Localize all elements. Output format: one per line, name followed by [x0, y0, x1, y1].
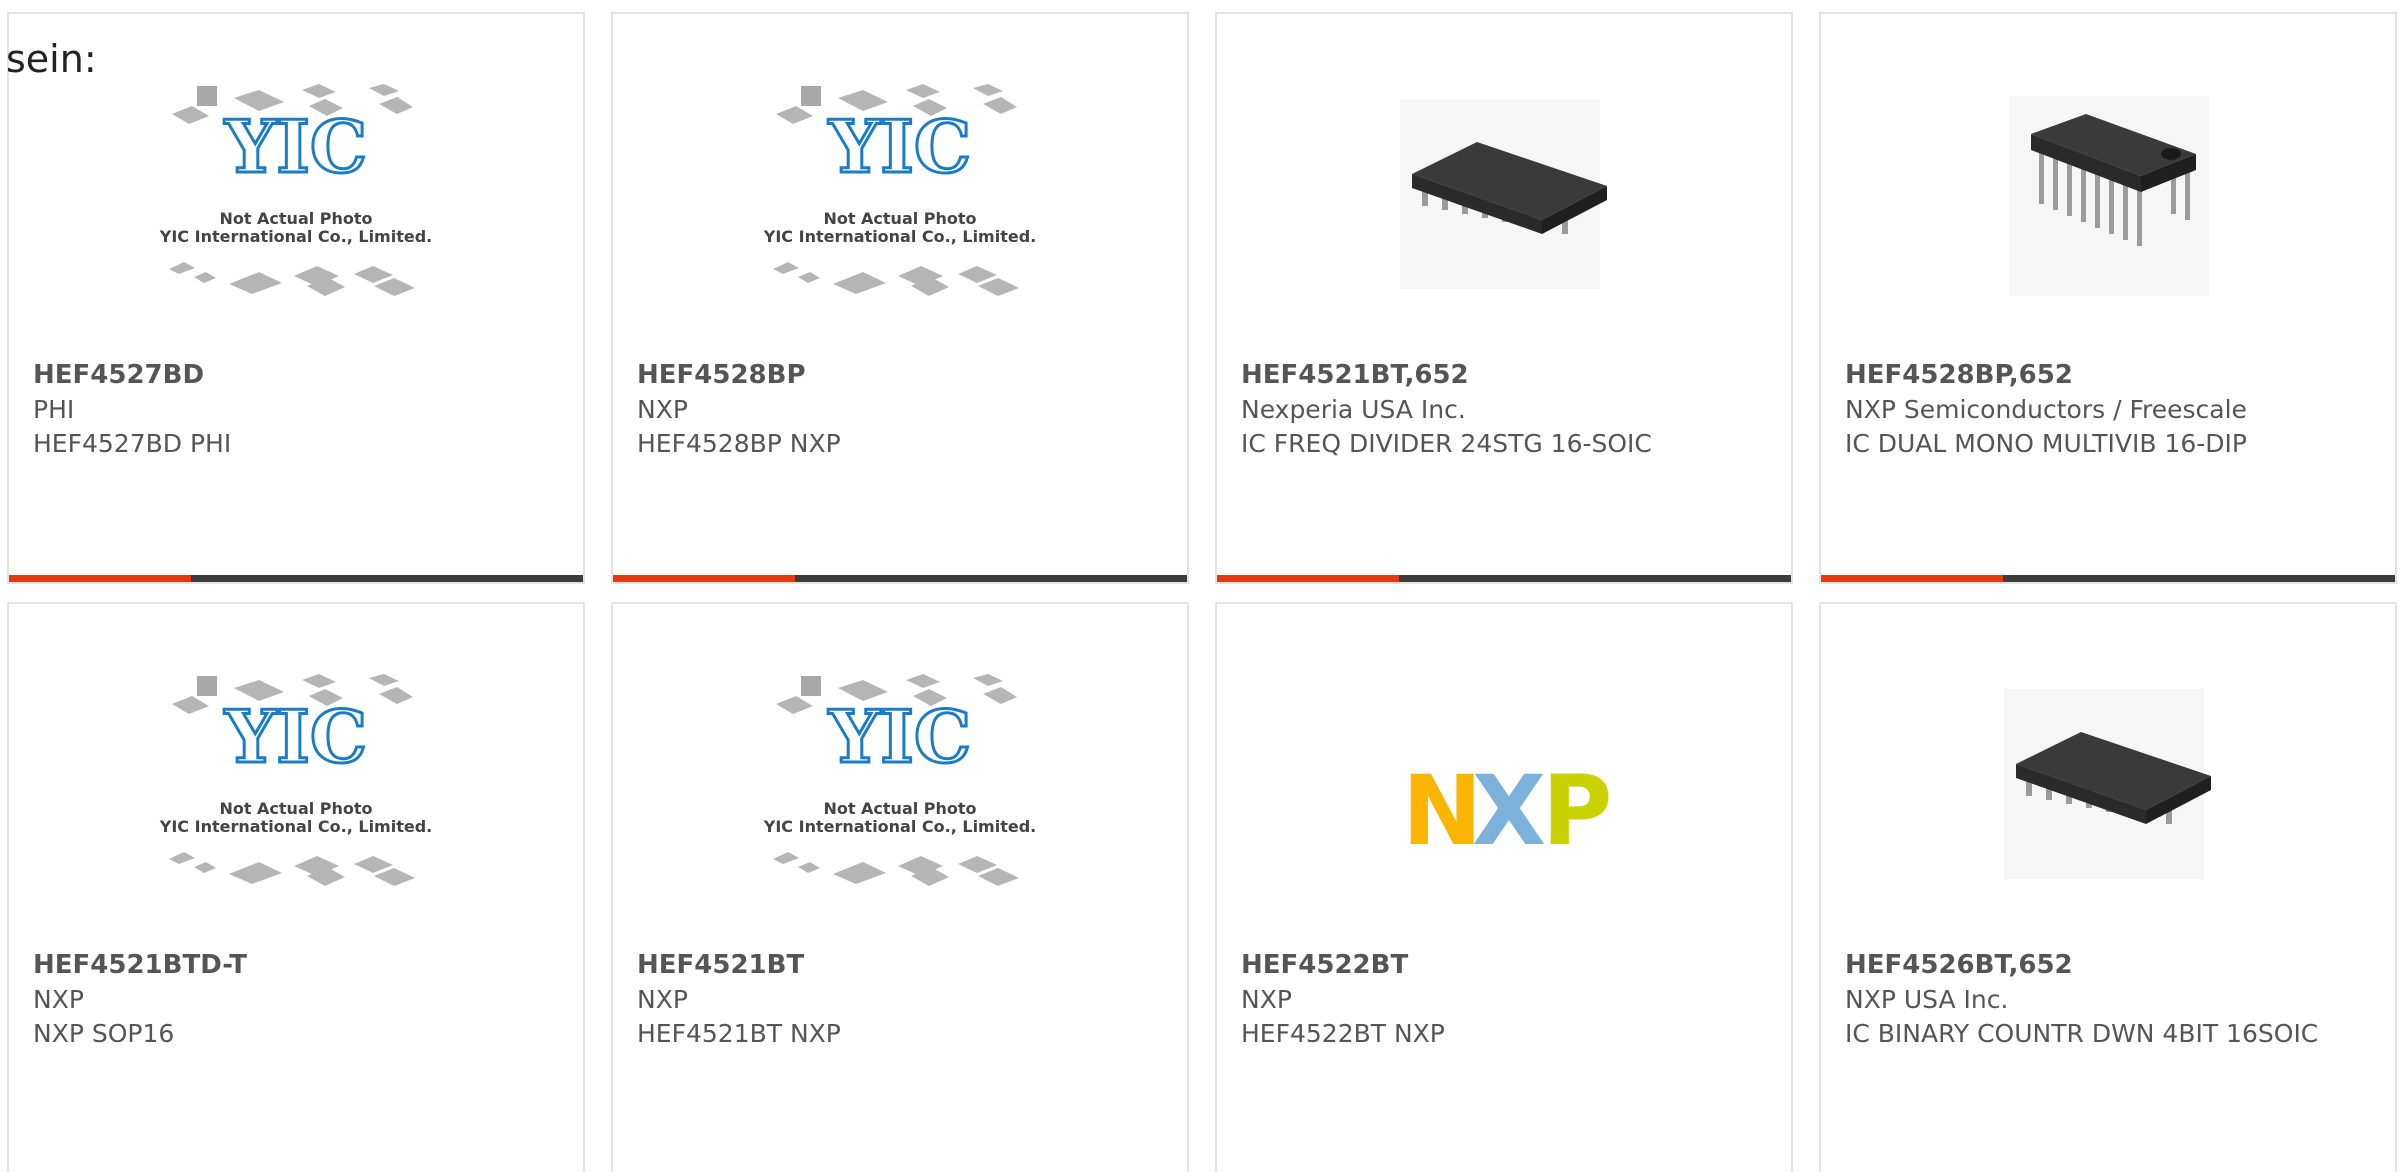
- manufacturer: PHI: [33, 395, 75, 424]
- product-image-placeholder[interactable]: YIC Not Actual Photo YIC International C…: [9, 664, 583, 950]
- product-card[interactable]: YIC Not Actual Photo YIC International C…: [611, 602, 1189, 1172]
- svg-text:Not Actual Photo: Not Actual Photo: [219, 209, 372, 228]
- manufacturer: NXP USA Inc.: [1845, 985, 2009, 1014]
- yic-logo: YIC: [828, 694, 971, 779]
- manufacturer: NXP: [637, 985, 688, 1014]
- product-card[interactable]: HEF4521BT,652 Nexperia USA Inc. IC FREQ …: [1215, 12, 1793, 584]
- svg-text:Not Actual Photo: Not Actual Photo: [219, 799, 372, 818]
- svg-text:P: P: [1542, 755, 1612, 867]
- part-number[interactable]: HEF4526BT,652: [1845, 947, 2355, 983]
- svg-text:YIC International Co., Limited: YIC International Co., Limited.: [159, 817, 432, 836]
- description: NXP SOP16: [33, 1019, 175, 1048]
- product-card[interactable]: N X P HEF4522BT NXP HEF4522BT NXP: [1215, 602, 1793, 1172]
- product-image-soic[interactable]: [1217, 74, 1791, 360]
- part-number[interactable]: HEF4527BD: [33, 357, 543, 393]
- description: HEF4527BD PHI: [33, 429, 232, 458]
- part-number[interactable]: HEF4521BTD-T: [33, 947, 543, 983]
- description: IC DUAL MONO MULTIVIB 16-DIP: [1845, 429, 2247, 458]
- product-image-soic[interactable]: [1821, 664, 2395, 950]
- description: IC FREQ DIVIDER 24STG 16-SOIC: [1241, 429, 1652, 458]
- manufacturer: NXP Semiconductors / Freescale: [1845, 395, 2247, 424]
- product-image-placeholder[interactable]: YIC Not Actual Photo YIC International C…: [613, 664, 1187, 950]
- part-number[interactable]: HEF4521BT,652: [1241, 357, 1751, 393]
- svg-text:YIC International Co., Limited: YIC International Co., Limited.: [763, 817, 1036, 836]
- svg-text:N: N: [1402, 755, 1482, 867]
- card-accent-bar: [613, 575, 1187, 582]
- card-accent-bar: [1821, 575, 2395, 582]
- part-number[interactable]: HEF4528BP: [637, 357, 1147, 393]
- description: HEF4528BP NXP: [637, 429, 841, 458]
- svg-text:Not Actual Photo: Not Actual Photo: [823, 799, 976, 818]
- product-card[interactable]: YIC Not Actual Photo YIC International C…: [7, 12, 585, 584]
- manufacturer: NXP: [637, 395, 688, 424]
- manufacturer: Nexperia USA Inc.: [1241, 395, 1466, 424]
- manufacturer: NXP: [1241, 985, 1292, 1014]
- part-number[interactable]: HEF4521BT: [637, 947, 1147, 983]
- product-card[interactable]: HEF4528BP,652 NXP Semiconductors / Frees…: [1819, 12, 2397, 584]
- product-card[interactable]: YIC Not Actual Photo YIC International C…: [611, 12, 1189, 584]
- manufacturer: NXP: [33, 985, 84, 1014]
- intro-text: sein:: [6, 37, 97, 81]
- svg-text:YIC International Co., Limited: YIC International Co., Limited.: [763, 227, 1036, 246]
- part-number[interactable]: HEF4528BP,652: [1845, 357, 2355, 393]
- description: HEF4521BT NXP: [637, 1019, 841, 1048]
- svg-text:X: X: [1472, 755, 1546, 867]
- description: HEF4522BT NXP: [1241, 1019, 1445, 1048]
- product-image-placeholder[interactable]: YIC Not Actual Photo YIC International C…: [613, 74, 1187, 360]
- part-number[interactable]: HEF4522BT: [1241, 947, 1751, 983]
- card-accent-bar: [9, 575, 583, 582]
- yic-logo: YIC: [828, 104, 971, 189]
- yic-logo: YIC: [224, 104, 367, 189]
- yic-logo: YIC: [224, 694, 367, 779]
- product-image-placeholder[interactable]: YIC Not Actual Photo YIC International C…: [9, 74, 583, 360]
- product-card[interactable]: HEF4526BT,652 NXP USA Inc. IC BINARY COU…: [1819, 602, 2397, 1172]
- product-image-nxp-logo[interactable]: N X P: [1217, 664, 1791, 950]
- product-image-dip[interactable]: [1821, 74, 2395, 360]
- svg-text:YIC International Co., Limited: YIC International Co., Limited.: [159, 227, 432, 246]
- description: IC BINARY COUNTR DWN 4BIT 16SOIC: [1845, 1019, 2319, 1048]
- card-accent-bar: [1217, 575, 1791, 582]
- nxp-logo: N X P: [1402, 755, 1612, 867]
- svg-text:Not Actual Photo: Not Actual Photo: [823, 209, 976, 228]
- product-card[interactable]: YIC Not Actual Photo YIC International C…: [7, 602, 585, 1172]
